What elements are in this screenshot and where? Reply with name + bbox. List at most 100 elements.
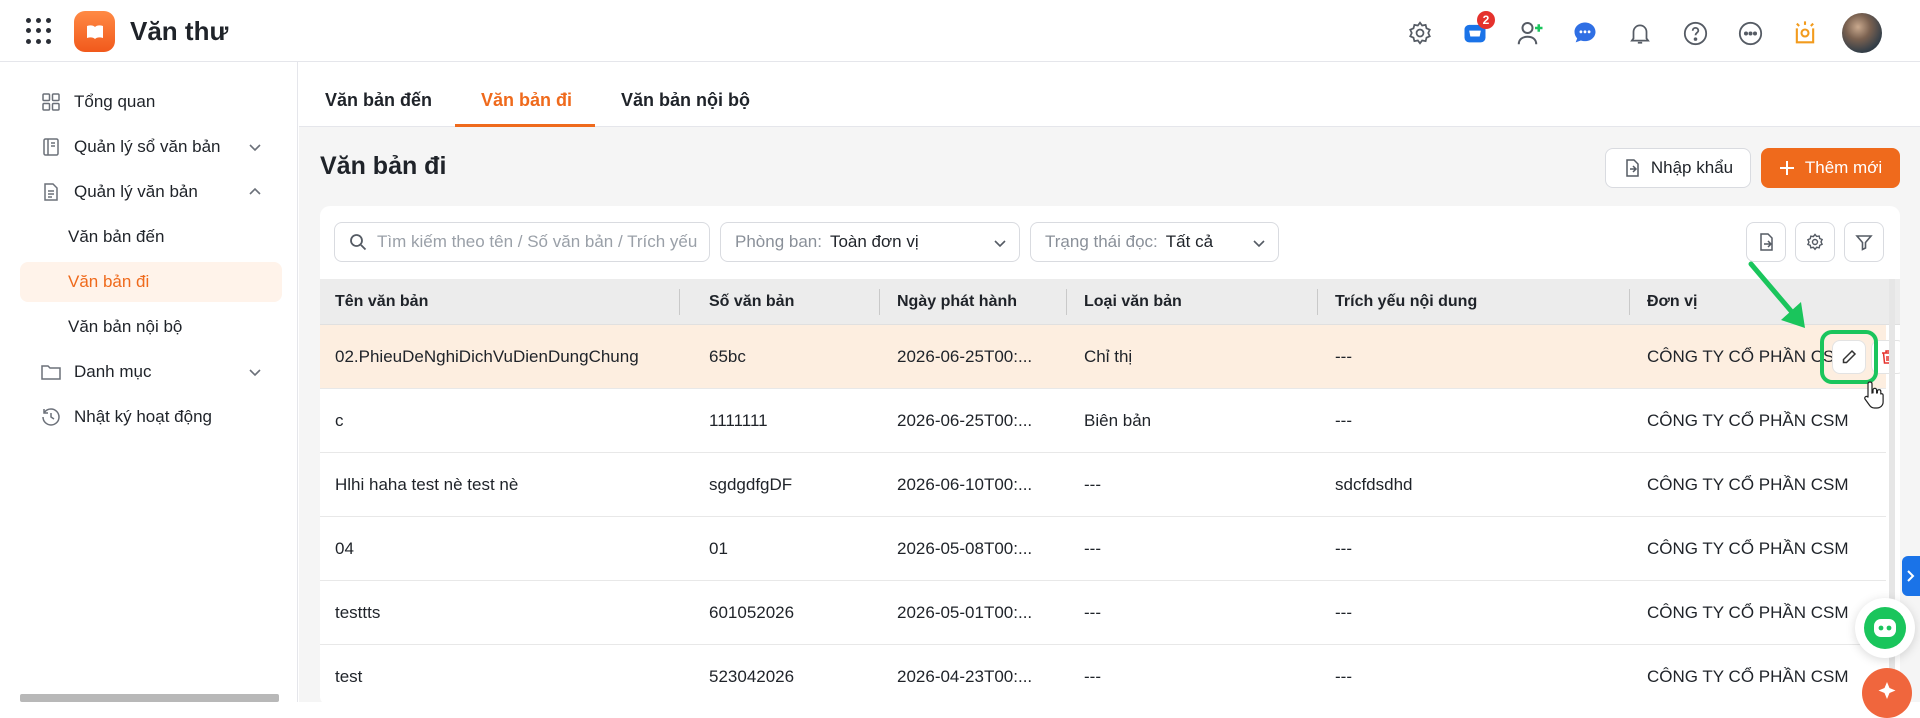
sidebar-item-registry[interactable]: Quản lý sổ văn bản [20, 127, 282, 167]
history-icon [40, 406, 62, 428]
cell-type: --- [1084, 667, 1101, 686]
tab-internal[interactable]: Văn bản nội bộ [621, 90, 750, 127]
cell-number: 523042026 [709, 667, 795, 686]
help-icon[interactable] [1677, 15, 1713, 51]
cell-date: 2026-05-01T00:... [897, 603, 1033, 622]
side-panel-toggle[interactable] [1902, 556, 1920, 596]
chevron-down-icon [1253, 240, 1265, 248]
filter-icon [1855, 235, 1873, 251]
document-icon [40, 181, 62, 203]
cell-unit: CÔNG TY CỔ PHẦN CSM [1647, 475, 1849, 494]
bell-icon[interactable] [1622, 15, 1658, 51]
book-icon [40, 136, 62, 158]
chevron-down-icon [994, 240, 1006, 248]
add-new-button-label: Thêm mới [1804, 158, 1883, 177]
table-row[interactable]: c 1111111 2026-06-25T00:... Biên bản ---… [320, 389, 1886, 453]
cell-date: 2026-06-25T00:... [897, 347, 1033, 366]
table-row[interactable]: Hlhi haha test nè test nè sgdgdfgDF 2026… [320, 453, 1886, 517]
sidebar-item-internal[interactable]: Văn bản nội bộ [20, 307, 282, 347]
sidebar-item-label: Nhật ký hoạt động [74, 407, 212, 426]
filter-button[interactable] [1844, 222, 1884, 262]
read-status-filter-value: Tất cả [1165, 232, 1214, 251]
column-header-summary[interactable]: Trích yếu nội dung [1335, 279, 1477, 325]
annotation-arrow [1748, 261, 1805, 328]
sidebar-item-documents[interactable]: Quản lý văn bản [20, 172, 282, 212]
column-separator [1317, 289, 1318, 315]
add-user-icon[interactable] [1512, 15, 1548, 51]
cell-unit: CÔNG TY CỔ PHẦN CSM [1647, 411, 1849, 430]
column-separator [679, 289, 680, 315]
sidebar-item-label: Quản lý sổ văn bản [74, 137, 221, 156]
chevron-up-icon [249, 187, 261, 195]
column-header-name[interactable]: Tên văn bản [335, 279, 428, 325]
column-header-number[interactable]: Số văn bản [709, 279, 794, 325]
cart-icon[interactable]: 2 [1457, 11, 1495, 51]
column-separator [1629, 289, 1630, 315]
robot-icon [1864, 607, 1906, 649]
sidebar-item-overview[interactable]: Tổng quan [20, 82, 282, 122]
table-row[interactable]: testtts 601052026 2026-05-01T00:... --- … [320, 581, 1886, 645]
column-separator [879, 289, 880, 315]
column-header-date[interactable]: Ngày phát hành [897, 279, 1017, 325]
folder-icon [40, 361, 62, 383]
chevron-right-icon [1907, 570, 1915, 582]
more-icon[interactable] [1732, 15, 1768, 51]
tab-incoming[interactable]: Văn bản đến [325, 90, 432, 127]
app-launcher-icon[interactable] [26, 18, 52, 44]
cell-type: --- [1084, 603, 1101, 622]
chatbot-button[interactable] [1855, 598, 1915, 658]
sidebar-item-categories[interactable]: Danh mục [20, 352, 282, 392]
cell-summary: --- [1335, 411, 1352, 430]
cell-date: 2026-04-23T00:... [897, 667, 1033, 686]
app-title: Văn thư [130, 16, 229, 46]
cell-number: 601052026 [709, 603, 795, 622]
cell-number: sgdgdfgDF [709, 475, 793, 494]
cell-unit: CÔNG TY CỔ PHẦN CSM [1647, 667, 1849, 686]
table-row[interactable]: test 523042026 2026-04-23T00:... --- ---… [320, 645, 1886, 706]
active-tab-indicator [455, 124, 595, 127]
search-input[interactable]: Tìm kiếm theo tên / Số văn bản / Trích y… [334, 222, 710, 262]
sidebar-item-activity-log[interactable]: Nhật ký hoạt động [20, 397, 282, 437]
cell-number: 01 [709, 539, 728, 558]
table-settings-button[interactable] [1795, 222, 1835, 262]
sparkle-icon [1878, 682, 1896, 699]
chat-icon[interactable] [1567, 15, 1603, 51]
cell-name: 02.PhieuDeNghiDichVuDienDungChung [335, 347, 639, 366]
tab-outgoing[interactable]: Văn bản đi [481, 90, 572, 127]
department-filter[interactable]: Phòng ban: Toàn đơn vị [720, 222, 1020, 262]
main-content: Văn bản đến Văn bản đi Văn bản nội bộ Vă… [299, 62, 1920, 706]
cart-badge: 2 [1477, 11, 1495, 29]
page-title: Văn bản đi [320, 152, 447, 180]
cell-summary: --- [1335, 347, 1352, 366]
sun-badge-icon[interactable] [1787, 15, 1823, 51]
cell-type: Biên bản [1084, 411, 1152, 430]
column-header-unit[interactable]: Đơn vị [1647, 279, 1698, 325]
read-status-filter[interactable]: Trạng thái đọc: Tất cả [1030, 222, 1279, 262]
sidebar: Tổng quan Quản lý sổ văn bản Quản lý văn… [0, 62, 298, 702]
add-new-button[interactable]: Thêm mới [1761, 148, 1900, 188]
table-row[interactable]: 02.PhieuDeNghiDichVuDienDungChung 65bc 2… [320, 325, 1900, 389]
sidebar-item-outgoing[interactable]: Văn bản đi [20, 262, 282, 302]
column-header-type[interactable]: Loại văn bản [1084, 279, 1182, 325]
app-logo [74, 11, 115, 52]
cell-name: c [335, 411, 344, 430]
cell-name: Hlhi haha test nè test nè [335, 475, 519, 494]
cell-date: 2026-05-08T00:... [897, 539, 1033, 558]
cell-number: 65bc [709, 347, 746, 366]
column-separator [1066, 289, 1067, 315]
department-filter-label: Phòng ban: [735, 232, 822, 251]
table-row[interactable]: 04 01 2026-05-08T00:... --- --- CÔNG TY … [320, 517, 1886, 581]
cell-type: --- [1084, 475, 1101, 494]
export-button[interactable] [1746, 222, 1786, 262]
ai-assistant-button[interactable] [1862, 668, 1912, 718]
department-filter-value: Toàn đơn vị [829, 232, 919, 251]
settings-icon[interactable] [1402, 15, 1438, 51]
cell-date: 2026-06-25T00:... [897, 411, 1033, 430]
sidebar-item-incoming[interactable]: Văn bản đến [20, 217, 282, 257]
import-button[interactable]: Nhập khẩu [1605, 148, 1751, 188]
cell-summary: --- [1335, 603, 1352, 622]
search-placeholder: Tìm kiếm theo tên / Số văn bản / Trích y… [377, 232, 698, 251]
user-avatar[interactable] [1842, 13, 1882, 53]
sidebar-item-label: Quản lý văn bản [74, 182, 198, 201]
sidebar-scrollbar[interactable] [20, 694, 279, 702]
